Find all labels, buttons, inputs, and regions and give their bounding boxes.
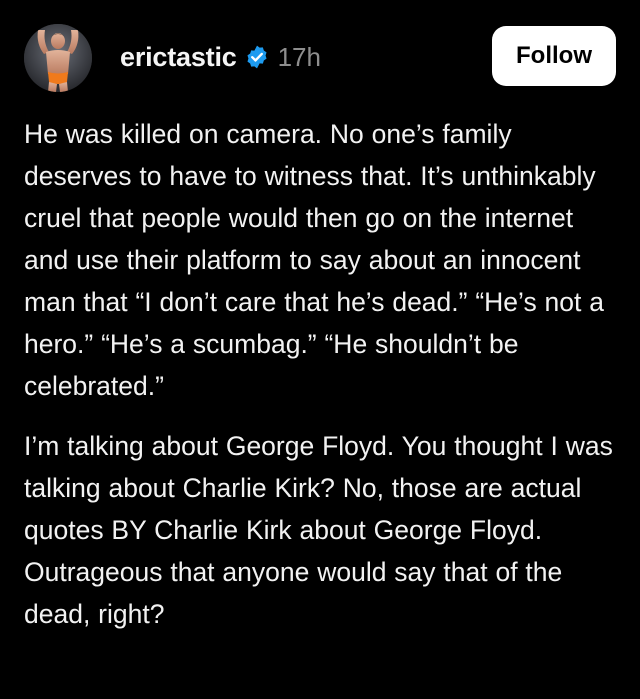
verified-badge-icon: [244, 44, 270, 70]
post-body: He was killed on camera. No one’s family…: [24, 113, 624, 635]
post-paragraph-1: He was killed on camera. No one’s family…: [24, 119, 604, 401]
post-header: erictastic 17h Follow: [24, 24, 616, 92]
follow-button[interactable]: Follow: [492, 26, 616, 86]
avatar[interactable]: [24, 24, 92, 92]
post-paragraph-2: I’m talking about George Floyd. You thou…: [24, 431, 613, 629]
username-link[interactable]: erictastic: [120, 42, 237, 73]
threads-post: erictastic 17h Follow He was killed on c…: [0, 0, 640, 699]
post-timestamp: 17h: [277, 41, 321, 72]
profile-photo-icon: [24, 24, 92, 92]
post-meta: erictastic 17h: [120, 40, 321, 74]
